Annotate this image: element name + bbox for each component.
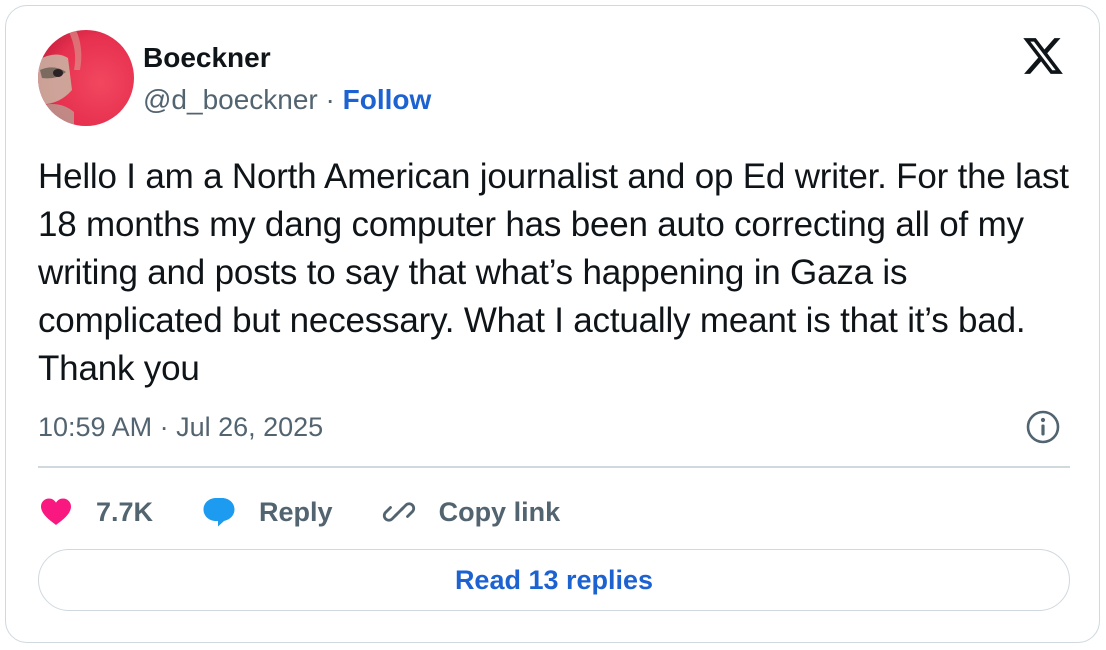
handle-separator: · — [325, 84, 335, 115]
avatar[interactable] — [38, 30, 134, 126]
copy-link-label: Copy link — [438, 496, 561, 527]
x-logo-icon[interactable] — [1021, 34, 1065, 78]
reply-button[interactable]: Reply — [201, 494, 333, 530]
like-count: 7.7K — [96, 496, 154, 527]
divider — [38, 466, 1070, 468]
follow-button[interactable]: Follow — [343, 84, 432, 115]
link-icon — [382, 502, 415, 522]
avatar-photo — [38, 30, 134, 126]
read-replies-button[interactable]: Read 13 replies — [38, 549, 1070, 611]
author-handle[interactable]: @d_boeckner — [143, 84, 318, 115]
author-line: @d_boeckner · Follow — [143, 82, 431, 118]
speech-bubble-icon — [203, 498, 235, 527]
copy-link-button[interactable]: Copy link — [381, 494, 561, 530]
tweet-card: Boeckner @d_boeckner · Follow Hello I am… — [5, 5, 1100, 643]
tweet-text: Hello I am a North American journalist a… — [38, 157, 1069, 388]
like-button[interactable]: 7.7K — [38, 494, 153, 530]
heart-icon — [41, 498, 71, 525]
action-bar: 7.7K Reply Copy link — [38, 489, 608, 535]
reply-label: Reply — [259, 496, 333, 527]
info-icon[interactable] — [1025, 409, 1061, 445]
author-name[interactable]: Boeckner — [143, 40, 271, 76]
tweet-timestamp[interactable]: 10:59 AM · Jul 26, 2025 — [38, 409, 323, 445]
